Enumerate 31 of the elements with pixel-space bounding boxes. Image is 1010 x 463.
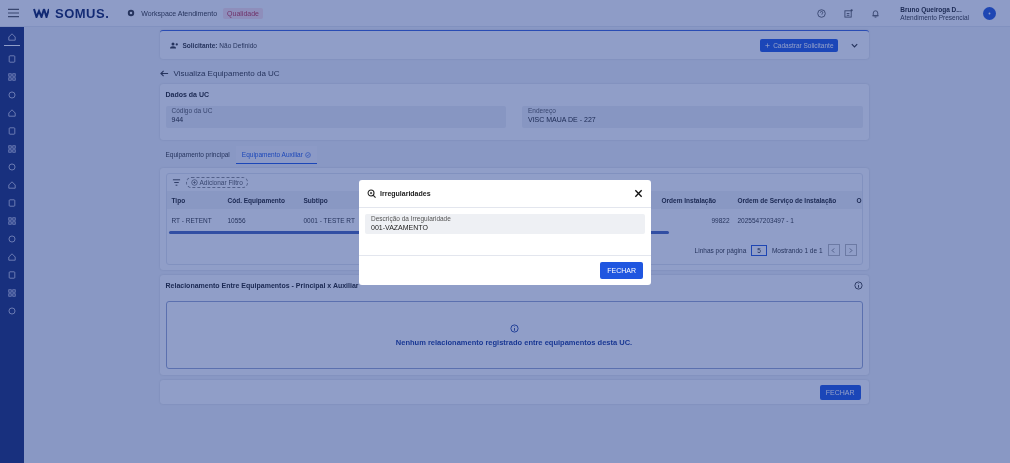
sidebar-icon (8, 144, 16, 153)
sidebar-icon (8, 306, 16, 315)
people-icon (169, 40, 179, 50)
back-arrow-icon[interactable] (159, 69, 169, 78)
avatar-icon[interactable] (983, 6, 996, 20)
check-circle-icon (304, 151, 311, 158)
filter-icon[interactable] (171, 178, 181, 187)
search-document-icon (367, 189, 376, 198)
sidebar-item[interactable] (4, 31, 20, 46)
workspace-icon (127, 9, 136, 17)
chevron-left-icon (830, 246, 837, 254)
plus-circle-icon (190, 179, 198, 186)
next-page-button[interactable] (844, 244, 857, 256)
chevron-right-icon (847, 246, 854, 254)
dashboard-icon[interactable] (844, 8, 854, 18)
info-icon (509, 323, 519, 333)
previous-page-button[interactable] (827, 244, 840, 256)
sidebar-icon (8, 288, 16, 297)
sidebar-icon (8, 32, 16, 41)
page-title: Visualiza Equipamento da UC (173, 69, 280, 78)
plus-icon (764, 41, 772, 49)
info-icon[interactable] (853, 281, 863, 290)
notification-bell-icon[interactable] (871, 8, 881, 18)
menu-icon[interactable] (8, 8, 19, 18)
logo-icon (33, 8, 49, 18)
sidebar-icon (8, 54, 16, 63)
help-icon[interactable] (817, 8, 827, 18)
sidebar-icon (8, 216, 16, 225)
close-icon[interactable] (634, 189, 643, 198)
sidebar-icon (8, 72, 16, 81)
brand-name: SOMUS. (55, 5, 110, 21)
